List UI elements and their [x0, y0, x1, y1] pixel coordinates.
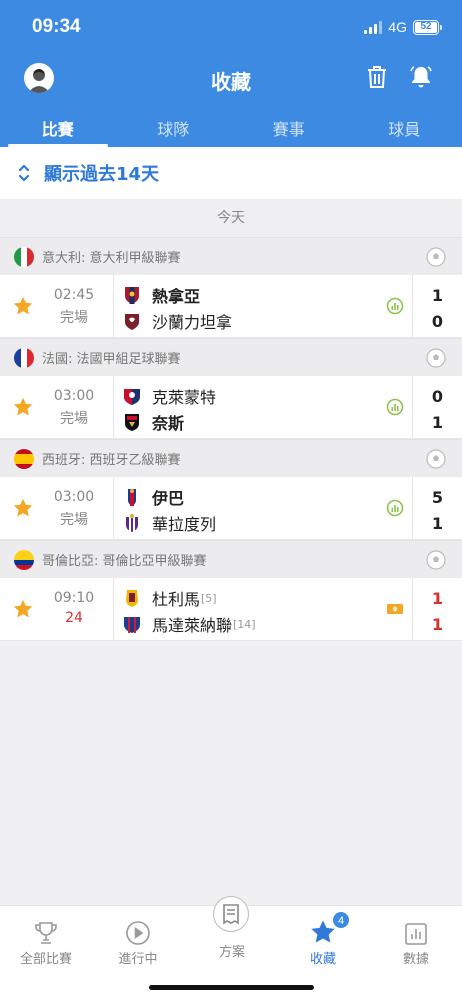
home-score: 1: [431, 589, 444, 608]
tolima-badge-icon: [126, 590, 138, 607]
match-time: 09:10: [53, 590, 95, 606]
network-type: 4G: [388, 19, 407, 35]
battery-icon: 52: [413, 19, 442, 35]
match-status: 完場: [60, 411, 88, 427]
tab-competitions[interactable]: 賽事: [231, 110, 347, 147]
match-row[interactable]: 09:10 24 杜利馬 [5] 馬達萊納聯 [14] 1 1: [0, 578, 462, 641]
league-header-spain[interactable]: 西班牙: 西班牙乙級聯賽: [0, 439, 462, 477]
nav-all-matches[interactable]: 全部比賽: [0, 906, 92, 967]
match-time: 03:00: [53, 388, 95, 404]
app-header: 09:34 4G 52 收藏 比賽 球隊 賽事 球員: [0, 0, 462, 147]
status-time: 09:34: [32, 16, 81, 37]
football-icon[interactable]: [426, 348, 446, 368]
home-team-rank: [5]: [201, 591, 217, 605]
page-title: 收藏: [211, 70, 251, 94]
home-team-name: 杜利馬: [152, 590, 201, 609]
home-score: 5: [431, 488, 444, 507]
bar-chart-icon: [405, 923, 427, 945]
stats-indicator-icon[interactable]: [386, 297, 404, 315]
section-today: 今天: [0, 199, 462, 237]
match-time: 02:45: [53, 287, 95, 303]
tab-players[interactable]: 球員: [347, 110, 462, 147]
home-team-name: 伊巴: [152, 489, 185, 508]
nav-live[interactable]: 進行中: [92, 906, 184, 967]
trophy-icon: [35, 922, 57, 944]
away-team-name: 沙蘭力坦拿: [152, 313, 233, 332]
status-bar: 09:34 4G 52: [0, 0, 462, 52]
league-header-italy[interactable]: 意大利: 意大利甲級聯賽: [0, 237, 462, 275]
colombia-flag-icon: [14, 549, 34, 570]
league-name: 哥倫比亞: 哥倫比亞甲級聯賽: [42, 554, 207, 569]
away-team-rank: [14]: [233, 617, 256, 631]
league-name: 西班牙: 西班牙乙級聯賽: [42, 453, 181, 468]
genoa-badge-icon: [125, 287, 139, 304]
stats-indicator-icon[interactable]: [386, 499, 404, 517]
favorite-star-icon[interactable]: [12, 396, 34, 418]
stats-indicator-icon[interactable]: [386, 398, 404, 416]
eibar-badge-icon: [128, 489, 136, 506]
favorite-star-icon[interactable]: [12, 598, 34, 620]
italy-flag-icon: [14, 246, 34, 267]
status-icons: 4G 52: [364, 19, 442, 35]
football-icon[interactable]: [426, 449, 446, 469]
home-indicator: [149, 985, 314, 990]
spain-flag-icon: [14, 448, 34, 469]
nav-stats[interactable]: 數據: [370, 906, 462, 967]
league-header-colombia[interactable]: 哥倫比亞: 哥倫比亞甲級聯賽: [0, 540, 462, 578]
away-team-name: 馬達萊納聯: [152, 616, 233, 635]
home-score: 0: [431, 387, 444, 406]
live-video-icon[interactable]: [386, 600, 404, 618]
match-minute: 24: [65, 610, 83, 626]
favorite-star-icon[interactable]: [12, 497, 34, 519]
play-circle-icon: [126, 921, 150, 945]
away-score: 1: [431, 413, 444, 432]
match-status: 完場: [60, 310, 88, 326]
favorite-star-icon[interactable]: [12, 295, 34, 317]
bell-icon[interactable]: [408, 64, 434, 90]
clermont-badge-icon: [124, 389, 140, 405]
nav-label: 數據: [402, 952, 429, 967]
match-status: 完場: [60, 512, 88, 528]
away-team-name: 奈斯: [152, 414, 185, 433]
tab-bar: 比賽 球隊 賽事 球員: [0, 110, 462, 147]
salernitana-badge-icon: [125, 314, 139, 330]
away-score: 0: [431, 312, 444, 331]
france-flag-icon: [14, 347, 34, 368]
battery-level: 52: [415, 21, 437, 33]
nav-label: 方案: [218, 945, 245, 960]
favorites-match-list: 意大利: 意大利甲級聯賽 02:45 完場 熱拿亞 沙蘭力坦拿 1 0 法國: …: [0, 237, 462, 641]
tab-teams[interactable]: 球隊: [116, 110, 232, 147]
away-team-name: 華拉度列: [152, 515, 217, 534]
tab-matches[interactable]: 比賽: [0, 110, 116, 147]
league-header-france[interactable]: 法國: 法國甲組足球聯賽: [0, 338, 462, 376]
document-icon: [223, 904, 239, 925]
nav-plans[interactable]: [213, 896, 249, 932]
favorites-count-badge: 4: [332, 911, 350, 929]
valladolid-badge-icon: [126, 513, 138, 532]
away-score: 1: [431, 615, 444, 634]
match-time: 03:00: [53, 489, 95, 505]
home-team-name: 熱拿亞: [152, 287, 201, 306]
nav-label: 全部比賽: [19, 952, 72, 967]
match-row[interactable]: 03:00 完場 克萊蒙特 奈斯 0 1: [0, 376, 462, 439]
match-row[interactable]: 02:45 完場 熱拿亞 沙蘭力坦拿 1 0: [0, 275, 462, 338]
home-score: 1: [431, 286, 444, 305]
show-history-button[interactable]: 顯示過去14天: [0, 147, 462, 199]
signal-icon: [364, 20, 383, 34]
history-label: 顯示過去14天: [44, 164, 160, 185]
league-name: 法國: 法國甲組足球聯賽: [42, 352, 181, 367]
nav-label: 進行中: [118, 952, 158, 967]
football-icon[interactable]: [426, 247, 446, 267]
nav-favorites[interactable]: 4 收藏: [277, 906, 369, 967]
home-team-name: 克萊蒙特: [152, 388, 217, 407]
league-name: 意大利: 意大利甲級聯賽: [42, 251, 181, 266]
match-row[interactable]: 03:00 完場 伊巴 華拉度列 5 1: [0, 477, 462, 540]
football-icon[interactable]: [426, 550, 446, 570]
nav-label: 收藏: [309, 952, 336, 967]
magdalena-badge-icon: [124, 617, 140, 633]
away-score: 1: [431, 514, 444, 533]
expand-toggle-icon: [18, 164, 30, 182]
nice-badge-icon: [125, 414, 139, 431]
trash-icon[interactable]: [364, 64, 390, 90]
